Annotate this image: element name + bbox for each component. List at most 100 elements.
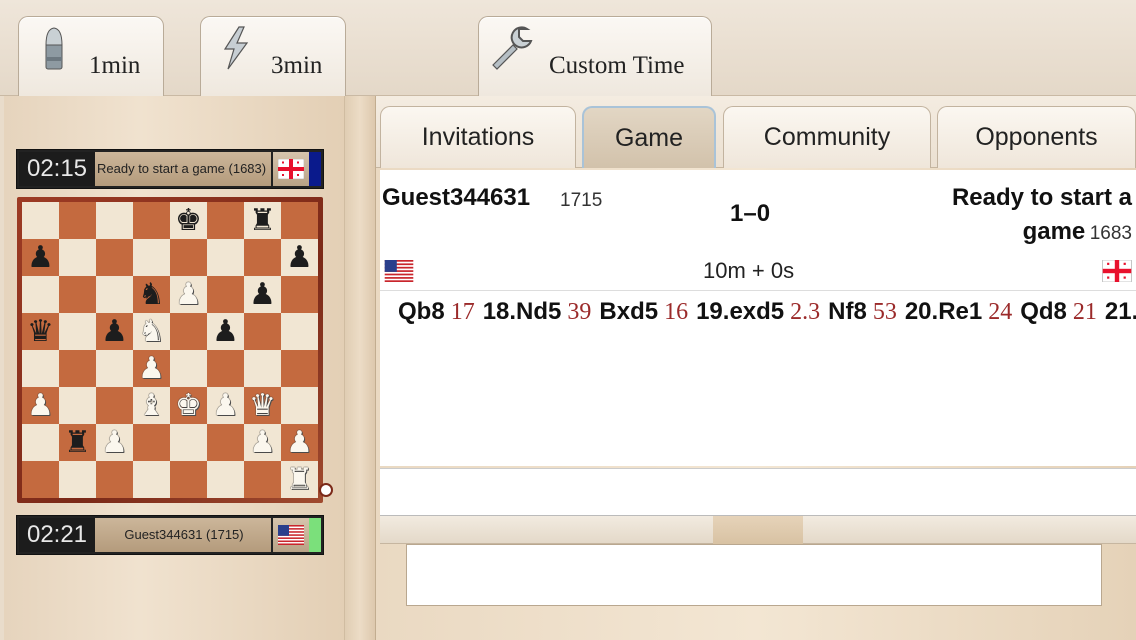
white-pawn-icon[interactable]: ♟ (281, 424, 318, 461)
top-player-name: Ready to start a game (1683) (95, 152, 271, 186)
board-square-a2[interactable] (22, 424, 59, 461)
board-square-h3[interactable] (281, 387, 318, 424)
board-square-e2[interactable] (170, 424, 207, 461)
board-square-b8[interactable] (59, 202, 96, 239)
board-square-c4[interactable] (96, 350, 133, 387)
tab-invitations[interactable]: Invitations (380, 106, 576, 168)
move-notation[interactable]: Qb8 (398, 298, 445, 325)
board-square-f7[interactable] (207, 239, 244, 276)
board-square-b5[interactable] (59, 313, 96, 350)
board-square-d1[interactable] (133, 461, 170, 498)
board-square-e7[interactable] (170, 239, 207, 276)
board-square-h8[interactable] (281, 202, 318, 239)
board-square-c3[interactable] (96, 387, 133, 424)
board-square-a1[interactable] (22, 461, 59, 498)
message-input[interactable] (380, 468, 1136, 516)
white-pawn-icon[interactable]: ♟ (22, 387, 59, 424)
board-square-g7[interactable] (244, 239, 281, 276)
board-square-f6[interactable] (207, 276, 244, 313)
board-square-d2[interactable] (133, 424, 170, 461)
white-pawn-icon[interactable]: ♟ (133, 350, 170, 387)
tab-opponents[interactable]: Opponents (937, 106, 1136, 168)
chess-board[interactable]: ♚ ♜ ♟ ♟ ♞ ♟ ♟ ♛ ♟ ♞ ♟ ♟ ♟ ♝ ♚ ♟ ♛ ♜ ♟ ♟ ♟ ♜ (22, 202, 318, 498)
board-square-a8[interactable] (22, 202, 59, 239)
move-notation[interactable]: Nf8 (828, 298, 867, 325)
board-square-b3[interactable] (59, 387, 96, 424)
white-queen-icon[interactable]: ♛ (244, 387, 281, 424)
panel-divider[interactable] (344, 96, 376, 640)
black-pawn-icon[interactable]: ♟ (281, 239, 318, 276)
black-knight-icon[interactable]: ♞ (133, 276, 170, 313)
top-player-clock: 02:15 (19, 152, 95, 186)
board-square-b6[interactable] (59, 276, 96, 313)
black-pawn-icon[interactable]: ♟ (22, 239, 59, 276)
white-player-name: Guest344631 (382, 184, 531, 211)
move-notation[interactable]: Qd8 (1020, 298, 1067, 325)
white-rook-icon[interactable]: ♜ (281, 461, 318, 498)
board-square-d8[interactable] (133, 202, 170, 239)
board-square-h4[interactable] (281, 350, 318, 387)
board-square-h6[interactable] (281, 276, 318, 313)
bottom-player-bar: 02:21 Guest344631 (1715) (16, 515, 324, 555)
tab-community[interactable]: Community (723, 106, 931, 168)
board-square-b7[interactable] (59, 239, 96, 276)
panel-scrollbar[interactable] (380, 516, 1136, 544)
board-square-g1[interactable] (244, 461, 281, 498)
white-pawn-icon[interactable]: ♟ (207, 387, 244, 424)
black-pawn-icon[interactable]: ♟ (244, 276, 281, 313)
white-bishop-icon[interactable]: ♝ (133, 387, 170, 424)
board-square-g5[interactable] (244, 313, 281, 350)
time-control: 10m + 0s (703, 258, 795, 283)
board-square-f8[interactable] (207, 202, 244, 239)
bottom-turn-indicator (309, 518, 321, 552)
chat-box[interactable] (406, 544, 1102, 606)
board-square-c8[interactable] (96, 202, 133, 239)
one-minute-button[interactable]: 1min (18, 16, 164, 96)
board-square-h5[interactable] (281, 313, 318, 350)
custom-time-button[interactable]: Custom Time (478, 16, 712, 96)
white-pawn-icon[interactable]: ♟ (244, 424, 281, 461)
move-notation[interactable]: 18.Nd5 (483, 298, 562, 325)
black-rook-icon[interactable]: ♜ (244, 202, 281, 239)
board-square-c1[interactable] (96, 461, 133, 498)
bottom-player-clock: 02:21 (19, 518, 95, 552)
board-square-e4[interactable] (170, 350, 207, 387)
board-square-f1[interactable] (207, 461, 244, 498)
white-pawn-icon[interactable]: ♟ (170, 276, 207, 313)
board-square-e5[interactable] (170, 313, 207, 350)
board-square-a6[interactable] (22, 276, 59, 313)
white-knight-icon[interactable]: ♞ (133, 313, 170, 350)
move-list[interactable]: Qb8 17 18.Nd5 39 Bxd5 16 19.exd5 2.3 Nf8 53 20.Re1… (380, 290, 1136, 466)
move-notation[interactable]: 20.Re1 (905, 298, 982, 325)
three-minute-button[interactable]: 3min (200, 16, 346, 96)
white-pawn-icon[interactable]: ♟ (96, 424, 133, 461)
black-queen-icon[interactable]: ♛ (22, 313, 59, 350)
black-pawn-icon[interactable]: ♟ (96, 313, 133, 350)
board-square-b4[interactable] (59, 350, 96, 387)
board-square-f4[interactable] (207, 350, 244, 387)
move-notation[interactable]: 21.Re6 (1105, 298, 1136, 325)
board-square-g4[interactable] (244, 350, 281, 387)
board-square-c6[interactable] (96, 276, 133, 313)
white-king-icon[interactable]: ♚ (170, 387, 207, 424)
black-pawn-icon[interactable]: ♟ (207, 313, 244, 350)
board-square-f2[interactable] (207, 424, 244, 461)
tab-bar: Invitations Game Community Opponents (376, 96, 1136, 168)
board-square-e1[interactable] (170, 461, 207, 498)
black-rook-icon[interactable]: ♜ (59, 424, 96, 461)
three-minute-label: 3min (271, 52, 323, 79)
move-time: 16 (664, 299, 689, 325)
game-score: 1–0 (730, 200, 771, 227)
bullet-icon (45, 27, 63, 70)
move-notation[interactable]: Bxd5 (599, 298, 658, 325)
black-player-name-cont: game 1683 (1023, 218, 1132, 246)
tab-game[interactable]: Game (582, 106, 716, 168)
lightning-icon (223, 26, 249, 70)
scrollbar-thumb[interactable] (713, 516, 803, 544)
board-square-a4[interactable] (22, 350, 59, 387)
board-square-b1[interactable] (59, 461, 96, 498)
board-square-c7[interactable] (96, 239, 133, 276)
move-notation[interactable]: 19.exd5 (696, 298, 784, 325)
black-king-icon[interactable]: ♚ (170, 202, 207, 239)
board-square-d7[interactable] (133, 239, 170, 276)
